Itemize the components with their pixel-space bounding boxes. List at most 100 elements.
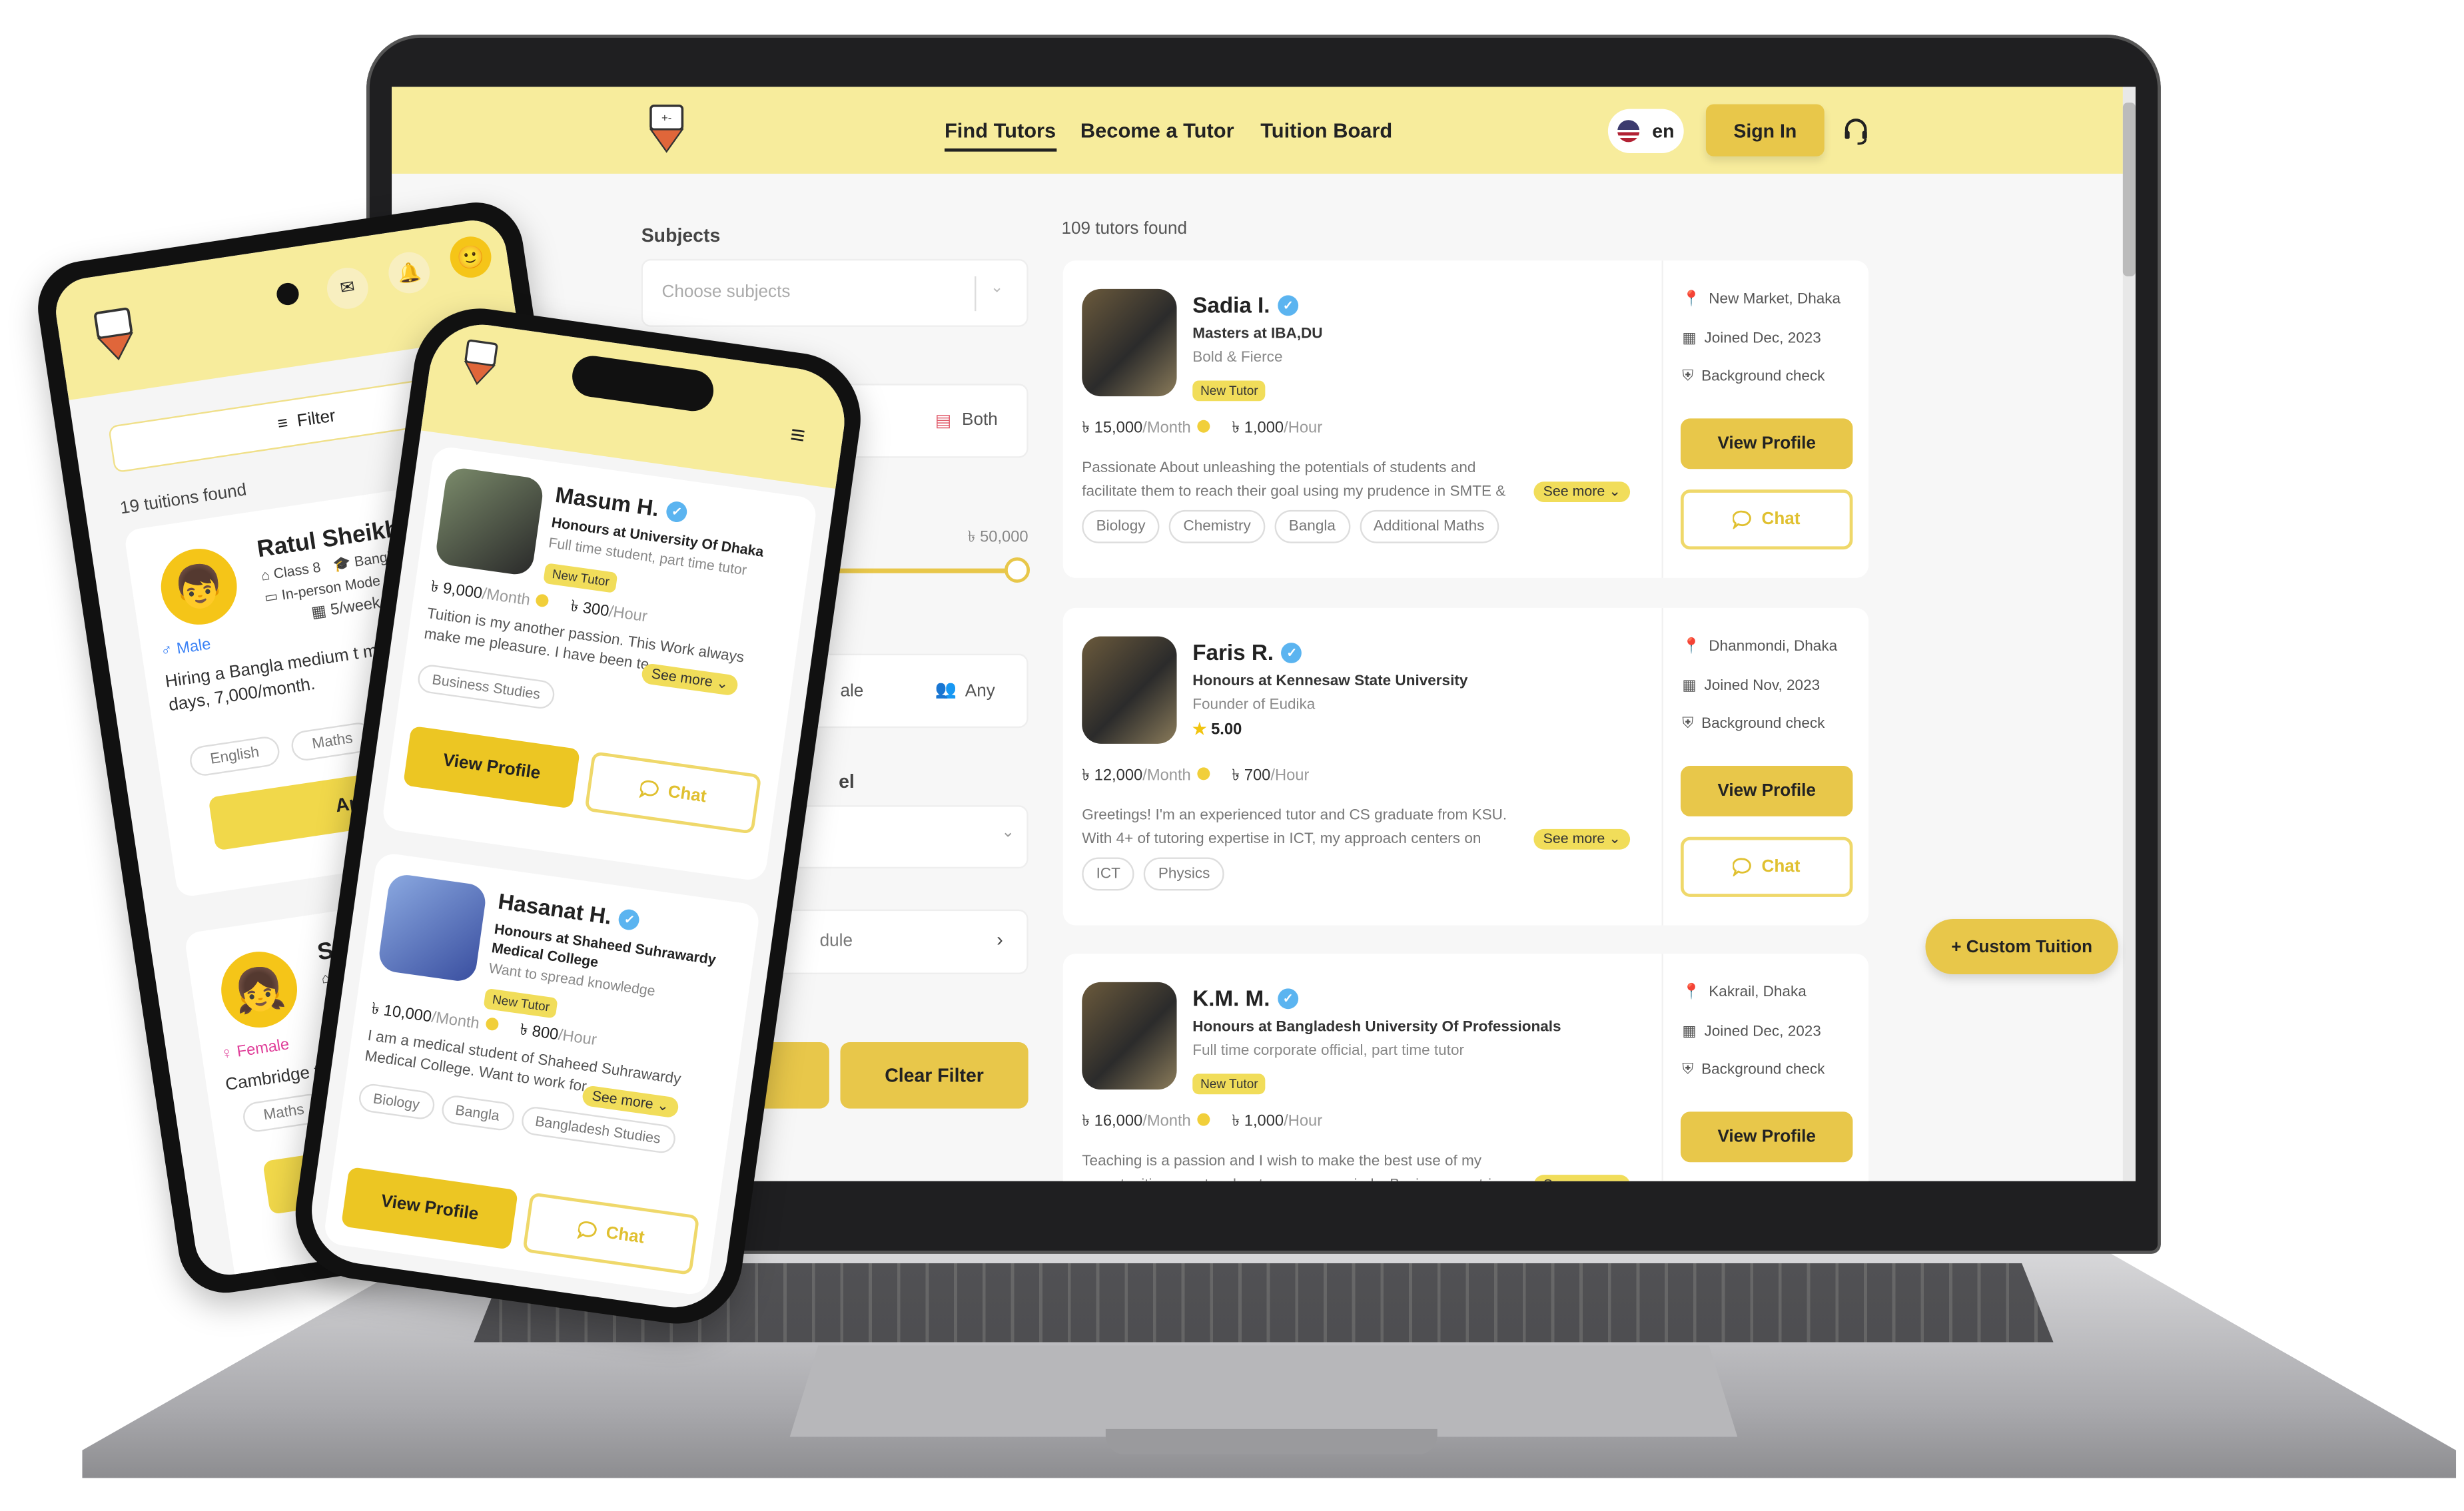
tutor-name[interactable]: K.M. M.: [1192, 986, 1270, 1011]
tutor-meta: 📍 Kakrail, Dhaka ▦ Joined Dec, 2023 ⛨ Backg…: [1661, 954, 1869, 1181]
info-icon[interactable]: [1197, 1113, 1210, 1126]
subject-tag[interactable]: English: [188, 735, 282, 778]
view-profile-button[interactable]: View Profile: [1680, 766, 1853, 816]
scrollbar[interactable]: [2122, 87, 2136, 1181]
info-icon[interactable]: [485, 1017, 500, 1032]
gender-option-any[interactable]: Any: [965, 682, 995, 701]
chat-button[interactable]: Chat: [1680, 489, 1853, 550]
monthly-rate: ৳ 15,000: [1082, 420, 1143, 438]
scrollbar-thumb[interactable]: [2122, 103, 2136, 276]
medium-icon: 🎓: [332, 554, 352, 573]
tuition-days: 5/week: [329, 595, 382, 620]
see-more-button[interactable]: See more ⌄: [581, 1085, 680, 1119]
tutor-meta: 📍 New Market, Dhaka ▦ Joined Dec, 2023 ⛨ Ba…: [1661, 260, 1869, 578]
view-profile-button[interactable]: View Profile: [402, 725, 581, 809]
subject-tags: ICT Physics: [1082, 857, 1224, 891]
chat-button[interactable]: Chat: [522, 1192, 700, 1276]
avatar[interactable]: 🙂: [447, 234, 494, 281]
chat-label: Chat: [666, 782, 708, 807]
calendar-icon: ▦: [310, 603, 328, 623]
shield-icon: ⛨: [1682, 368, 1694, 386]
subject-tag[interactable]: Biology: [357, 1082, 436, 1121]
subject-tags: English Maths: [188, 721, 376, 778]
custom-tuition-button[interactable]: + Custom Tuition: [1925, 919, 2118, 975]
subject-tag[interactable]: Bangla: [1274, 509, 1350, 543]
us-flag-icon: [1617, 120, 1640, 143]
tutor-photo[interactable]: [1082, 982, 1177, 1090]
background-check: Background check: [1701, 715, 1825, 733]
clear-filter-button[interactable]: Clear Filter: [840, 1042, 1028, 1109]
inbox-icon[interactable]: ✉: [324, 264, 371, 312]
logo-icon[interactable]: [91, 306, 139, 366]
see-more-button[interactable]: See more ⌄: [1533, 481, 1631, 503]
chat-button[interactable]: Chat: [1680, 836, 1853, 897]
salary-slider-handle[interactable]: [1005, 557, 1030, 583]
tutor-degree: Masters at IBA,DU: [1192, 325, 1323, 343]
new-tutor-badge: New Tutor: [1192, 380, 1266, 402]
view-profile-button[interactable]: View Profile: [1680, 1111, 1853, 1163]
tutor-degree: Honours at Kennesaw State University: [1192, 673, 1468, 691]
student-gender: Female: [236, 1036, 291, 1061]
background-check: Background check: [1701, 1061, 1825, 1079]
salary-max-value: ৳ 50,000: [967, 529, 1028, 547]
hourly-rate: ৳ 300: [569, 598, 610, 621]
subject-tag[interactable]: Chemistry: [1169, 509, 1266, 543]
subject-tag[interactable]: ICT: [1082, 857, 1135, 891]
sign-in-button[interactable]: Sign In: [1705, 104, 1825, 156]
subjects-select[interactable]: Choose subjects ⌄: [641, 258, 1028, 327]
nav-tuition-board[interactable]: Tuition Board: [1260, 119, 1392, 143]
device-mockup: +- Find Tutors Become a Tutor Tuition Bo…: [0, 0, 2464, 1511]
subject-tag[interactable]: Biology: [1082, 509, 1160, 543]
tutor-rating: 5.00: [1211, 721, 1242, 739]
rate-unit: /Hour: [1284, 1113, 1323, 1131]
subjects-label: Subjects: [641, 224, 721, 246]
bell-icon[interactable]: 🔔: [386, 249, 433, 296]
see-more-button[interactable]: See more ⌄: [1533, 828, 1631, 850]
subject-tag[interactable]: Business Studies: [416, 663, 557, 711]
filter-icon: ≡: [276, 414, 290, 435]
view-profile-button[interactable]: View Profile: [340, 1166, 519, 1250]
location-pin-icon: 📍: [1682, 984, 1701, 1002]
new-tutor-badge: New Tutor: [483, 988, 559, 1019]
see-more-button[interactable]: See more ⌄: [1533, 1175, 1631, 1181]
subject-tag[interactable]: Additional Maths: [1359, 509, 1499, 543]
mode-option-both[interactable]: Both: [962, 411, 998, 430]
info-icon[interactable]: [1197, 767, 1210, 780]
tutor-tagline: Founder of Eudika: [1192, 696, 1316, 714]
svg-text:+-: +-: [661, 112, 671, 125]
location-pin-icon: 📍: [1682, 637, 1701, 656]
info-icon[interactable]: [1197, 420, 1210, 433]
tutor-photo[interactable]: [1082, 636, 1177, 744]
subject-tag[interactable]: Physics: [1144, 857, 1224, 891]
tutor-photo[interactable]: [434, 465, 545, 577]
tutor-joined: Joined Dec, 2023: [1704, 330, 1821, 348]
subject-tag[interactable]: Bangla: [439, 1093, 516, 1132]
location-pin-icon: 📍: [1682, 290, 1701, 308]
star-icon: ★: [1192, 721, 1207, 739]
nav-become-tutor[interactable]: Become a Tutor: [1080, 119, 1234, 143]
chat-button[interactable]: Chat: [584, 751, 762, 834]
hourly-rate: ৳ 700: [1232, 767, 1271, 785]
info-icon[interactable]: [536, 593, 550, 608]
language-selector[interactable]: en: [1607, 109, 1684, 154]
see-more-button[interactable]: See more ⌄: [640, 663, 739, 697]
hamburger-menu-icon[interactable]: ≡: [788, 422, 807, 452]
nav-find-tutors[interactable]: Find Tutors: [944, 119, 1056, 152]
tutor-photo[interactable]: [1082, 288, 1177, 397]
tutor-photo[interactable]: [377, 872, 488, 984]
hourly-rate: ৳ 1,000: [1232, 1113, 1284, 1131]
headset-icon[interactable]: [1843, 117, 1868, 145]
logo-icon[interactable]: +-: [647, 104, 685, 154]
logo-icon[interactable]: [459, 338, 500, 390]
hourly-rate: ৳ 800: [518, 1022, 560, 1045]
shield-icon: ⛨: [1682, 1061, 1694, 1079]
gender-option-partial[interactable]: ale: [840, 682, 863, 701]
view-profile-button[interactable]: View Profile: [1680, 418, 1853, 469]
chevron-right-icon: ›: [997, 928, 1003, 951]
monthly-rate: ৳ 9,000: [429, 579, 484, 603]
tutor-joined: Joined Dec, 2023: [1704, 1023, 1821, 1041]
tutor-name[interactable]: Faris R.: [1192, 639, 1274, 665]
rate-unit: /Month: [1142, 767, 1191, 785]
tutor-name[interactable]: Sadia I.: [1192, 292, 1270, 318]
rate-unit: /Hour: [1284, 420, 1323, 438]
